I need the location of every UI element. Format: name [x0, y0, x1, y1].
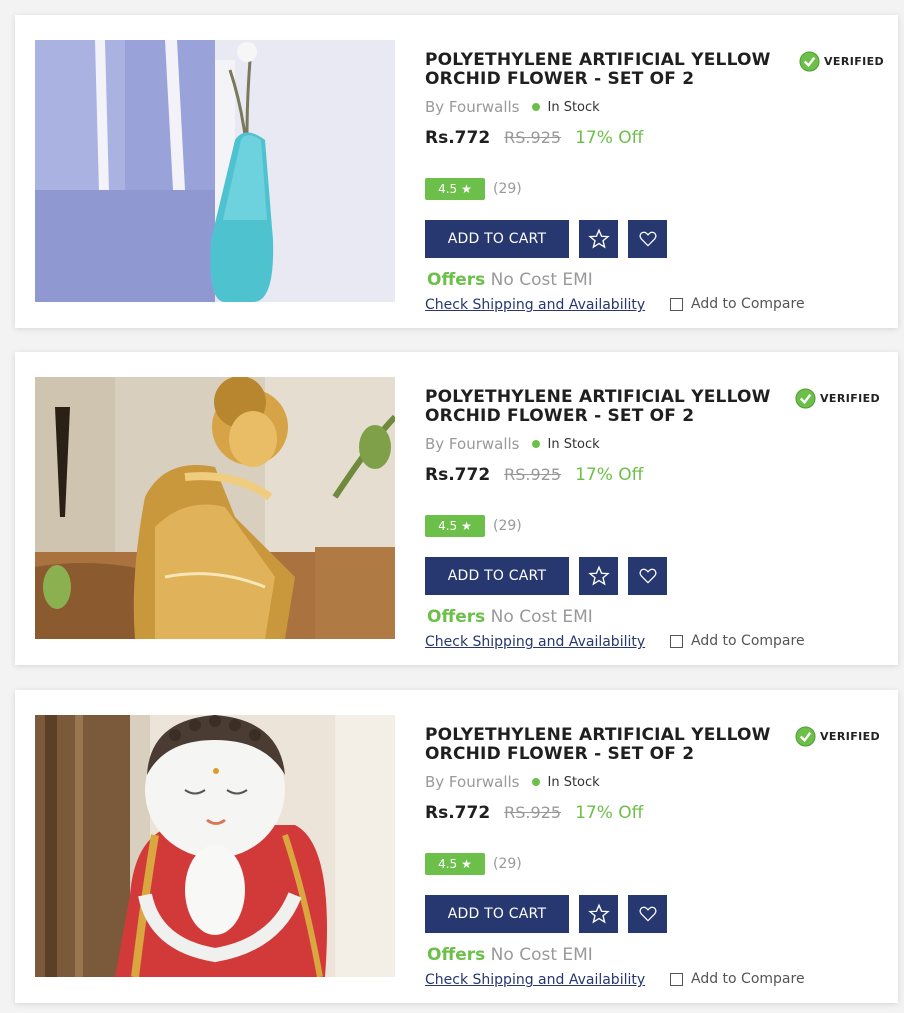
stock-status: In Stock	[547, 774, 600, 790]
product-card: POLYETHYLENE ARTIFICIAL YELLOW ORCHID FL…	[15, 690, 898, 1003]
verified-badge: VERIFIED	[795, 726, 880, 747]
check-icon	[795, 388, 816, 409]
add-to-compare[interactable]: Add to Compare	[670, 633, 805, 649]
add-to-cart-button[interactable]: ADD TO CART	[425, 895, 569, 933]
star-icon: ★	[461, 857, 472, 871]
wishlist-button[interactable]	[628, 895, 667, 933]
check-icon	[799, 51, 820, 72]
sale-price: Rs.772	[425, 803, 491, 823]
stock-dot-icon	[531, 440, 540, 448]
offers-label: Offers	[427, 270, 486, 290]
compare-label: Add to Compare	[691, 296, 805, 312]
sale-price: Rs.772	[425, 128, 491, 148]
rating-value: 4.5	[438, 182, 458, 196]
original-price: RS.925	[504, 803, 562, 822]
product-title[interactable]: POLYETHYLENE ARTIFICIAL YELLOW ORCHID FL…	[425, 51, 795, 89]
star-outline-icon	[587, 565, 610, 586]
wishlist-button[interactable]	[628, 557, 667, 595]
verified-label: VERIFIED	[824, 55, 885, 68]
rating-badge: 4.5 ★	[425, 853, 485, 875]
original-price: RS.925	[504, 128, 562, 147]
add-to-compare[interactable]: Add to Compare	[670, 296, 805, 312]
compare-label: Add to Compare	[691, 633, 805, 649]
product-card: POLYETHYLENE ARTIFICIAL YELLOW ORCHID FL…	[15, 352, 898, 665]
star-outline-icon	[587, 228, 610, 249]
rating-count[interactable]: (29)	[493, 856, 522, 872]
discount-label: 17% Off	[575, 803, 644, 823]
heart-icon	[638, 906, 657, 922]
rating-value: 4.5	[438, 519, 458, 533]
product-image[interactable]	[35, 40, 395, 302]
compare-checkbox[interactable]	[670, 297, 683, 311]
star-icon: ★	[461, 519, 472, 533]
stock-status: In Stock	[547, 436, 600, 452]
brand-label[interactable]: By Fourwalls	[425, 773, 520, 791]
discount-label: 17% Off	[575, 465, 644, 485]
brand-label[interactable]: By Fourwalls	[425, 98, 520, 116]
verified-label: VERIFIED	[820, 392, 881, 405]
stock-dot-icon	[531, 778, 540, 786]
add-to-compare[interactable]: Add to Compare	[670, 971, 805, 987]
brand-label[interactable]: By Fourwalls	[425, 435, 520, 453]
offers-text: No Cost EMI	[490, 607, 593, 627]
offers-text: No Cost EMI	[490, 270, 593, 290]
stock-status: In Stock	[547, 99, 600, 115]
add-to-cart-button[interactable]: ADD TO CART	[425, 557, 569, 595]
add-to-cart-button[interactable]: ADD TO CART	[425, 220, 569, 258]
star-outline-icon	[587, 903, 610, 924]
check-icon	[795, 726, 816, 747]
heart-icon	[638, 231, 657, 247]
offers-label: Offers	[427, 607, 486, 627]
sale-price: Rs.772	[425, 465, 491, 485]
rating-count[interactable]: (29)	[493, 181, 522, 197]
stock-dot-icon	[531, 103, 540, 111]
rating-badge: 4.5 ★	[425, 178, 485, 200]
heart-icon	[638, 568, 657, 584]
product-title[interactable]: POLYETHYLENE ARTIFICIAL YELLOW ORCHID FL…	[425, 726, 795, 764]
compare-checkbox[interactable]	[670, 634, 683, 648]
rating-badge: 4.5 ★	[425, 515, 485, 537]
favorite-button[interactable]	[579, 557, 618, 595]
compare-checkbox[interactable]	[670, 972, 683, 986]
original-price: RS.925	[504, 465, 562, 484]
favorite-button[interactable]	[579, 895, 618, 933]
star-icon: ★	[461, 182, 472, 196]
check-shipping-link[interactable]: Check Shipping and Availability	[425, 297, 645, 313]
check-shipping-link[interactable]: Check Shipping and Availability	[425, 972, 645, 988]
product-image[interactable]	[35, 377, 395, 639]
rating-value: 4.5	[438, 857, 458, 871]
wishlist-button[interactable]	[628, 220, 667, 258]
discount-label: 17% Off	[575, 128, 644, 148]
favorite-button[interactable]	[579, 220, 618, 258]
check-shipping-link[interactable]: Check Shipping and Availability	[425, 634, 645, 650]
compare-label: Add to Compare	[691, 971, 805, 987]
verified-label: VERIFIED	[820, 730, 881, 743]
rating-count[interactable]: (29)	[493, 518, 522, 534]
offers-text: No Cost EMI	[490, 945, 593, 965]
offers-label: Offers	[427, 945, 486, 965]
product-image[interactable]	[35, 715, 395, 977]
verified-badge: VERIFIED	[795, 388, 880, 409]
product-title[interactable]: POLYETHYLENE ARTIFICIAL YELLOW ORCHID FL…	[425, 388, 795, 426]
verified-badge: VERIFIED	[799, 51, 884, 72]
product-card: POLYETHYLENE ARTIFICIAL YELLOW ORCHID FL…	[15, 15, 898, 328]
